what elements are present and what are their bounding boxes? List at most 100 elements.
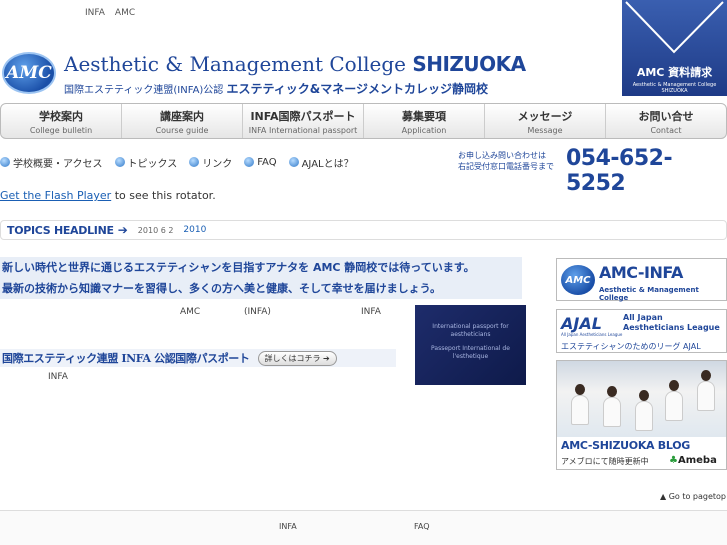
college-name: Aesthetic & Management College SHIZUOKA xyxy=(64,52,526,76)
nav-course-guide[interactable]: 講座案内 Course guide xyxy=(122,104,243,138)
nav-label-en: Course guide xyxy=(155,126,209,135)
person-figure xyxy=(697,370,715,411)
sublink-overview[interactable]: 学校概要・アクセス xyxy=(0,155,103,170)
flash-text: to see this rotator. xyxy=(111,189,216,202)
request-materials-button[interactable]: AMC 資料請求 Aesthetic & Management College … xyxy=(622,0,727,96)
banner-amc-infa[interactable]: AMC AMC-INFA Aesthetic & Management Coll… xyxy=(556,258,727,302)
sublink-label: トピックス xyxy=(127,158,178,170)
bullet-icon xyxy=(189,157,200,167)
intro-amc: AMC xyxy=(180,307,201,317)
contact-label-line1: お申し込み問い合わせは xyxy=(458,151,546,160)
topics-headline: TOPICS HEADLINE ➔ 2010 6 2 2010 xyxy=(0,220,727,240)
passport-image: International passport for aestheticians… xyxy=(415,305,526,385)
bullet-icon xyxy=(0,157,10,167)
bullet-icon xyxy=(288,157,299,167)
nav-label-jp: メッセージ xyxy=(517,110,573,123)
nav-infa-passport[interactable]: INFA国際パスポート INFA International passport xyxy=(243,104,364,138)
ameba-logo: ♣Ameba xyxy=(669,455,717,466)
sublink-label: 学校概要・アクセス xyxy=(13,158,103,170)
catch-copy: 新しい時代と世界に通じるエステティシャンを目指すアナタを AMC 静岡校では待っ… xyxy=(0,257,522,299)
nav-application[interactable]: 募集要項 Application xyxy=(364,104,485,138)
college-sub-a: 国際エステティック連盟(INFA)公認 xyxy=(64,85,224,96)
person-figure xyxy=(635,390,653,431)
person-figure xyxy=(665,380,683,421)
amc-logo-text: AMC xyxy=(6,63,52,83)
footer-link-faq[interactable]: FAQ xyxy=(414,522,430,531)
ajal-title-1: All Japan xyxy=(623,313,663,322)
nav-label-en: Message xyxy=(527,126,563,135)
footer xyxy=(0,511,727,545)
sublink-faq[interactable]: FAQ xyxy=(244,157,277,168)
intro-infa-2: INFA xyxy=(361,307,381,317)
sublink-label: AJALとは？ xyxy=(301,158,354,170)
nav-label-jp: お問い合せ xyxy=(638,110,694,123)
envelope-icon xyxy=(625,1,724,54)
sublink-topics[interactable]: トピックス xyxy=(114,155,178,170)
intro-infa: (INFA) xyxy=(244,307,271,317)
pagetop-label: Go to pagetop xyxy=(668,492,727,501)
contact-label: お申し込み問い合わせは 右記受付窓口電話番号まで xyxy=(458,150,554,172)
college-subtitle: 国際エステティック連盟(INFA)公認 エステティック&マネージメントカレッジ静… xyxy=(64,80,488,97)
topics-item-link[interactable]: 2010 xyxy=(183,225,206,235)
passport-img-line2: Passeport International de l'esthetique xyxy=(431,345,510,360)
main-nav: 学校案内 College bulletin 講座案内 Course guide … xyxy=(0,103,727,139)
catch-line-2: 最新の技術から知識マナーを習得し、多くの方へ美と健康、そして幸せを届けましょう。 xyxy=(2,282,442,295)
person-figure xyxy=(603,386,621,427)
nav-contact[interactable]: お問い合せ Contact xyxy=(606,104,726,138)
flash-notice: Get the Flash Player to see this rotator… xyxy=(0,189,216,202)
nav-label-en: Contact xyxy=(650,126,682,135)
college-sub-b: エステティック&マネージメントカレッジ静岡校 xyxy=(226,82,489,96)
banner-infa-title: AMC-INFA xyxy=(599,263,683,282)
banner-infa-sub: Aesthetic & Management College xyxy=(599,286,699,302)
passport-heading: 国際エステティック連盟 INFA 公認国際パスポート 詳しくはコチラ ➔ xyxy=(0,349,396,367)
ajal-logo-sub: All Japan Aestheticians League xyxy=(561,332,623,337)
banner-ajal-title: All Japan Aestheticians League xyxy=(623,313,720,333)
request-sub: Aesthetic & Management College SHIZUOKA xyxy=(632,82,717,94)
person-figure xyxy=(571,384,589,425)
topics-date: 2010 6 2 xyxy=(137,225,174,235)
infa-caption: INFA xyxy=(48,372,68,382)
nav-label-jp: 学校案内 xyxy=(39,110,83,123)
banner-ajal-sub: エステティシャンのためのリーグ AJAL xyxy=(561,342,701,351)
nav-label-jp: INFA国際パスポート xyxy=(250,110,356,123)
nav-label-jp: 募集要項 xyxy=(402,110,446,123)
blog-title: AMC-SHIZUOKA BLOG xyxy=(561,439,690,452)
ameba-text: Ameba xyxy=(677,455,717,466)
college-name-text: Aesthetic & Management College xyxy=(64,52,406,76)
nav-college-bulletin[interactable]: 学校案内 College bulletin xyxy=(1,104,122,138)
up-arrow-icon: ▲ xyxy=(660,492,667,501)
blog-sub: アメブロにて随時更新中 xyxy=(561,457,649,466)
catch-line-1: 新しい時代と世界に通じるエステティシャンを目指すアナタを AMC 静岡校では待っ… xyxy=(2,261,475,274)
footer-link-infa[interactable]: INFA xyxy=(279,522,297,531)
banner-blog[interactable]: AMC-SHIZUOKA BLOG アメブロにて随時更新中 ♣Ameba xyxy=(556,360,727,470)
bullet-icon xyxy=(244,157,255,167)
nav-label-en: Application xyxy=(401,126,447,135)
phone-number[interactable]: 054-652-5252 xyxy=(566,146,727,196)
sublink-links[interactable]: リンク xyxy=(189,155,232,170)
nav-label-jp: 講座案内 xyxy=(160,110,204,123)
nav-label-en: INFA International passport xyxy=(248,126,358,135)
nav-message[interactable]: メッセージ Message xyxy=(485,104,606,138)
banner-ajal[interactable]: AJAL All Japan Aestheticians League All … xyxy=(556,309,727,353)
more-details-button[interactable]: 詳しくはコチラ ➔ xyxy=(257,350,337,366)
ajal-title-2: Aestheticians League xyxy=(623,323,720,332)
nav-label-en: College bulletin xyxy=(29,126,93,135)
amc-logo-small: AMC xyxy=(561,265,595,295)
contact-label-line2: 右記受付窓口電話番号まで xyxy=(458,162,554,171)
sublink-label: リンク xyxy=(202,158,233,170)
sublink-ajal[interactable]: AJALとは？ xyxy=(288,155,354,170)
amc-logo[interactable]: AMC xyxy=(2,52,56,94)
top-links: INFA AMC xyxy=(85,8,135,18)
arrow-right-icon: ➔ xyxy=(117,223,128,237)
topics-title: TOPICS HEADLINE xyxy=(7,223,114,237)
flash-player-link[interactable]: Get the Flash Player xyxy=(0,189,111,202)
passport-img-line1: International passport for aestheticians xyxy=(432,323,509,338)
bullet-icon xyxy=(114,157,125,167)
request-title: AMC 資料請求 xyxy=(636,66,713,79)
top-link-infa[interactable]: INFA xyxy=(85,8,105,18)
top-link-amc[interactable]: AMC xyxy=(115,8,135,18)
ameba-leaf-icon: ♣ xyxy=(669,455,678,466)
pagetop-link[interactable]: ▲ Go to pagetop xyxy=(660,492,726,501)
classroom-photo xyxy=(557,361,726,437)
ajal-logo: AJAL xyxy=(561,314,602,333)
